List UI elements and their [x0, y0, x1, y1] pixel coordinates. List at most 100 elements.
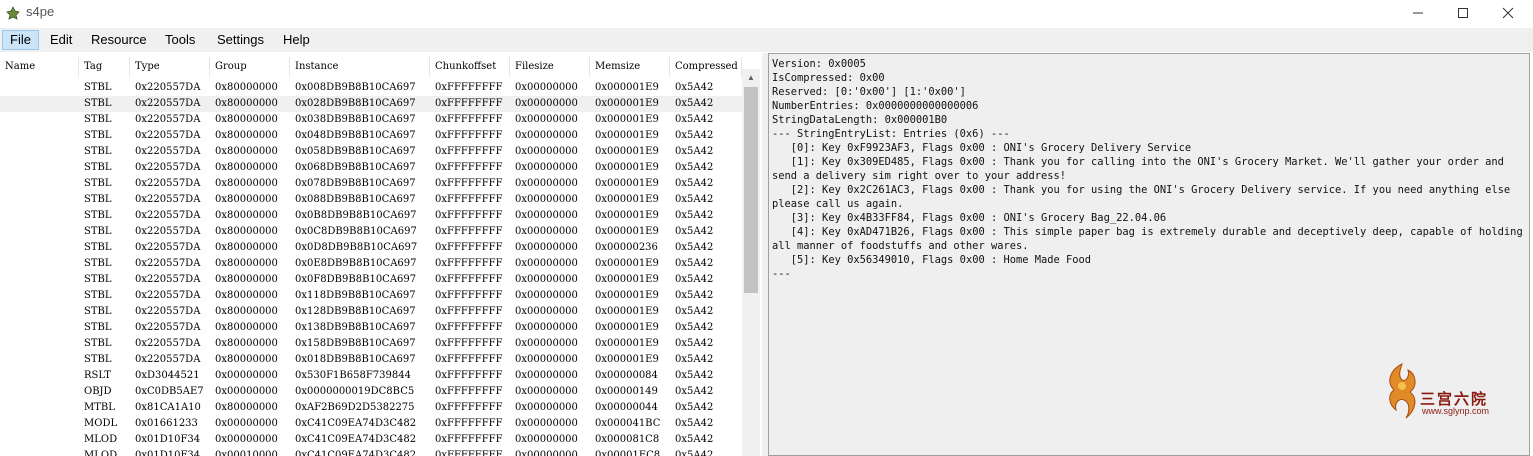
cell-instance: 0x0E8DB9B8B10CA697	[295, 258, 417, 269]
table-row[interactable]: STBL 0x220557DA 0x80000000 0x0E8DB9B8B10CA6…	[0, 256, 742, 272]
cell-compressed: 0x5A42	[675, 274, 714, 285]
cell-name	[0, 208, 79, 224]
title-bar: s4pe	[0, 0, 1533, 26]
cell-type: 0x220557DA	[135, 82, 201, 93]
cell-tag: STBL	[84, 114, 112, 125]
col-header-instance[interactable]: Instance	[290, 57, 430, 77]
cell-memsize: 0x000001E9	[595, 146, 659, 157]
cell-memsize: 0x000001E9	[595, 274, 659, 285]
cell-memsize: 0x000001E9	[595, 98, 659, 109]
table-row[interactable]: STBL 0x220557DA 0x80000000 0x068DB9B8B10CA6…	[0, 160, 742, 176]
menu-resource[interactable]: Resource	[84, 30, 154, 50]
maximize-button[interactable]	[1440, 0, 1486, 26]
table-row[interactable]: STBL 0x220557DA 0x80000000 0x058DB9B8B10CA6…	[0, 144, 742, 160]
table-row[interactable]: STBL 0x220557DA 0x80000000 0x018DB9B8B10CA6…	[0, 352, 742, 368]
table-row[interactable]: STBL 0x220557DA 0x80000000 0x088DB9B8B10CA6…	[0, 192, 742, 208]
menu-edit[interactable]: Edit	[43, 30, 79, 50]
cell-compressed: 0x5A42	[675, 434, 714, 445]
cell-chunkoffset: 0xFFFFFFFF	[435, 130, 503, 141]
cell-compressed: 0x5A42	[675, 130, 714, 141]
cell-type: 0x01D10F34	[135, 450, 201, 456]
cell-group: 0x00000000	[215, 370, 278, 381]
cell-tag: STBL	[84, 290, 112, 301]
table-row[interactable]: STBL 0x220557DA 0x80000000 0x158DB9B8B10CA6…	[0, 336, 742, 352]
table-row[interactable]: MTBL 0x81CA1A10 0x80000000 0xAF2B69D2D53822…	[0, 400, 742, 416]
table-row[interactable]: STBL 0x220557DA 0x80000000 0x0C8DB9B8B10CA6…	[0, 224, 742, 240]
cell-tag: MLOD	[84, 434, 118, 445]
col-header-group[interactable]: Group	[210, 57, 290, 77]
cell-instance: 0xC41C09EA74D3C482	[295, 450, 417, 456]
cell-type: 0x220557DA	[135, 338, 201, 349]
cell-name	[0, 160, 79, 176]
scrollbar-thumb[interactable]	[744, 87, 758, 293]
col-header-compressed[interactable]: Compressed	[670, 57, 742, 77]
cell-chunkoffset: 0xFFFFFFFF	[435, 82, 503, 93]
cell-instance: 0xAF2B69D2D5382275	[295, 402, 415, 413]
watermark-logo: 三宫六院 www.sglynp.com	[1380, 360, 1500, 424]
cell-group: 0x00000000	[215, 386, 278, 397]
table-row[interactable]: STBL 0x220557DA 0x80000000 0x0D8DB9B8B10CA6…	[0, 240, 742, 256]
menu-help[interactable]: Help	[276, 30, 317, 50]
cell-memsize: 0x00000236	[595, 242, 658, 253]
table-row[interactable]: OBJD 0xC0DB5AE7 0x00000000 0x0000000019DC8B…	[0, 384, 742, 400]
cell-compressed: 0x5A42	[675, 162, 714, 173]
cell-type: 0xC0DB5AE7	[135, 386, 204, 397]
cell-instance: 0x158DB9B8B10CA697	[295, 338, 416, 349]
cell-compressed: 0x5A42	[675, 114, 714, 125]
cell-filesize: 0x00000000	[515, 194, 578, 205]
table-row[interactable]: RSLT 0xD3044521 0x00000000 0x530F1B658F7398…	[0, 368, 742, 384]
maximize-icon	[1458, 8, 1468, 18]
col-header-filesize[interactable]: Filesize	[510, 57, 590, 77]
cell-instance: 0x088DB9B8B10CA697	[295, 194, 416, 205]
table-row[interactable]: STBL 0x220557DA 0x80000000 0x128DB9B8B10CA6…	[0, 304, 742, 320]
table-row[interactable]: STBL 0x220557DA 0x80000000 0x028DB9B8B10CA6…	[0, 96, 742, 112]
cell-name	[0, 288, 79, 304]
col-header-memsize[interactable]: Memsize	[590, 57, 670, 77]
cell-tag: STBL	[84, 82, 112, 93]
close-button[interactable]	[1485, 0, 1531, 26]
list-scrollbar[interactable]: ▲	[742, 69, 760, 456]
table-row[interactable]: MLOD 0x01D10F34 0x00010000 0xC41C09EA74D3C4…	[0, 448, 742, 456]
cell-type: 0x01D10F34	[135, 434, 201, 445]
scroll-up-icon[interactable]: ▲	[742, 69, 760, 85]
cell-tag: RSLT	[84, 370, 111, 381]
cell-chunkoffset: 0xFFFFFFFF	[435, 402, 503, 413]
cell-group: 0x80000000	[215, 338, 278, 349]
table-row[interactable]: STBL 0x220557DA 0x80000000 0x118DB9B8B10CA6…	[0, 288, 742, 304]
cell-chunkoffset: 0xFFFFFFFF	[435, 146, 503, 157]
table-row[interactable]: STBL 0x220557DA 0x80000000 0x0F8DB9B8B10CA6…	[0, 272, 742, 288]
cell-chunkoffset: 0xFFFFFFFF	[435, 258, 503, 269]
cell-filesize: 0x00000000	[515, 274, 578, 285]
table-row[interactable]: STBL 0x220557DA 0x80000000 0x008DB9B8B10CA6…	[0, 80, 742, 96]
cell-name	[0, 96, 79, 112]
table-row[interactable]: STBL 0x220557DA 0x80000000 0x0B8DB9B8B10CA6…	[0, 208, 742, 224]
table-row[interactable]: STBL 0x220557DA 0x80000000 0x138DB9B8B10CA6…	[0, 320, 742, 336]
cell-tag: STBL	[84, 98, 112, 109]
table-row[interactable]: MLOD 0x01D10F34 0x00000000 0xC41C09EA74D3C4…	[0, 432, 742, 448]
menu-tools[interactable]: Tools	[158, 30, 202, 50]
cell-filesize: 0x00000000	[515, 418, 578, 429]
cell-instance: 0xC41C09EA74D3C482	[295, 434, 417, 445]
menu-settings[interactable]: Settings	[210, 30, 271, 50]
col-header-name[interactable]: Name	[0, 57, 79, 77]
cell-name	[0, 368, 79, 384]
cell-name	[0, 192, 79, 208]
col-header-type[interactable]: Type	[130, 57, 210, 77]
cell-chunkoffset: 0xFFFFFFFF	[435, 290, 503, 301]
col-header-tag[interactable]: Tag	[79, 57, 130, 77]
menu-file[interactable]: File	[2, 30, 39, 50]
table-row[interactable]: STBL 0x220557DA 0x80000000 0x038DB9B8B10CA6…	[0, 112, 742, 128]
cell-tag: STBL	[84, 354, 112, 365]
cell-instance: 0x0C8DB9B8B10CA697	[295, 226, 417, 237]
cell-compressed: 0x5A42	[675, 146, 714, 157]
col-header-chunkoffset[interactable]: Chunkoffset	[430, 57, 510, 77]
table-row[interactable]: STBL 0x220557DA 0x80000000 0x048DB9B8B10CA6…	[0, 128, 742, 144]
resource-grid[interactable]: Name Tag Type Group Instance Chunkoffset…	[0, 53, 742, 456]
cell-compressed: 0x5A42	[675, 306, 714, 317]
cell-group: 0x80000000	[215, 322, 278, 333]
cell-name	[0, 304, 79, 320]
table-row[interactable]: MODL 0x01661233 0x00000000 0xC41C09EA74D3C4…	[0, 416, 742, 432]
minimize-button[interactable]	[1395, 0, 1441, 26]
table-row[interactable]: STBL 0x220557DA 0x80000000 0x078DB9B8B10CA6…	[0, 176, 742, 192]
cell-group: 0x80000000	[215, 162, 278, 173]
